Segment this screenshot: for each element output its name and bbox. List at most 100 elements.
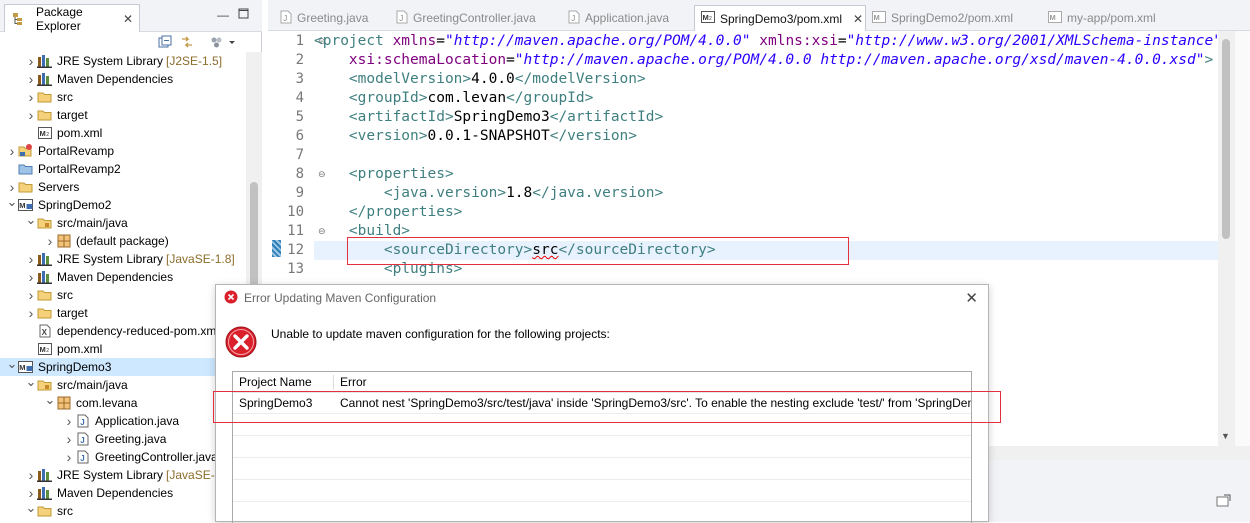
tab-greetingcontroller-java[interactable]: J GreetingController.java bbox=[390, 5, 536, 31]
maximize-icon[interactable] bbox=[236, 8, 250, 22]
code-text: 1.8 bbox=[506, 185, 533, 201]
overview-ruler bbox=[1234, 31, 1250, 451]
link-with-editor-icon[interactable] bbox=[180, 35, 194, 49]
tree-item[interactable]: ⌄ src bbox=[0, 502, 246, 520]
tree-item[interactable]: › src bbox=[0, 88, 246, 106]
tab-my-app-pom[interactable]: M my-app/pom.xml bbox=[1042, 5, 1156, 31]
folder-icon bbox=[37, 89, 53, 105]
tree-item[interactable]: › Maven Dependencies bbox=[0, 70, 246, 88]
code-line[interactable]: <java.version>1.8</java.version> bbox=[314, 184, 1218, 203]
chevron-right-icon[interactable]: › bbox=[63, 430, 75, 448]
line-number: 1 bbox=[295, 33, 304, 49]
tab-greeting-java[interactable]: J Greeting.java bbox=[274, 5, 368, 31]
code-line[interactable]: <modelVersion>4.0.0</modelVersion> bbox=[314, 70, 1218, 89]
chevron-down-icon[interactable]: ⌄ bbox=[44, 394, 56, 409]
tree-item[interactable]: PortalRevamp2 bbox=[0, 160, 246, 178]
tree-item[interactable]: Xdependency-reduced-pom.xml bbox=[0, 322, 246, 340]
tab-application-java[interactable]: J Application.java bbox=[562, 5, 669, 31]
tree-item[interactable]: › Maven Dependencies bbox=[0, 268, 246, 286]
chevron-right-icon[interactable]: › bbox=[25, 250, 37, 268]
tree-item[interactable]: › Servers bbox=[0, 178, 246, 196]
tree-item[interactable]: › J GreetingController.java bbox=[0, 448, 246, 466]
code-line[interactable]: <version>0.0.1-SNAPSHOT</version> bbox=[314, 127, 1218, 146]
chevron-right-icon[interactable]: › bbox=[63, 448, 75, 466]
tree-item[interactable]: › J Greeting.java bbox=[0, 430, 246, 448]
view-menu-chevron-icon[interactable] bbox=[228, 35, 240, 49]
tree-item[interactable]: › JRE System Library [J2SE-1.5] bbox=[0, 52, 246, 70]
open-console-icon[interactable] bbox=[1216, 494, 1232, 511]
code-line[interactable]: </properties> bbox=[314, 203, 1218, 222]
xml-attribute-value: "http://maven.apache.org/POM/4.0.0" bbox=[444, 33, 751, 49]
tree-item[interactable]: › (default package) bbox=[0, 232, 246, 250]
close-icon[interactable]: ✕ bbox=[123, 12, 133, 26]
tree-item[interactable]: ⌄ com.levana bbox=[0, 394, 246, 412]
scrollbar-thumb[interactable] bbox=[1222, 39, 1230, 239]
tree-item[interactable]: › PortalRevamp bbox=[0, 142, 246, 160]
chevron-right-icon[interactable]: › bbox=[25, 304, 37, 322]
collapse-all-icon[interactable] bbox=[158, 35, 172, 49]
editor-scrollbar[interactable]: ▼ bbox=[1218, 31, 1234, 451]
chevron-right-icon[interactable]: › bbox=[25, 286, 37, 304]
close-icon[interactable]: ✕ bbox=[965, 289, 978, 307]
tree-item[interactable]: M 2 pom.xml bbox=[0, 124, 246, 142]
tree-item[interactable]: ⌄ src/main/java bbox=[0, 214, 246, 232]
library-icon bbox=[37, 71, 53, 87]
svg-text:X: X bbox=[42, 328, 48, 337]
code-line[interactable] bbox=[314, 146, 1218, 165]
code-line[interactable]: <artifactId>SpringDemo3</artifactId> bbox=[314, 108, 1218, 127]
tree-item[interactable]: › src bbox=[0, 286, 246, 304]
code-line[interactable]: <groupId>com.levan</groupId> bbox=[314, 89, 1218, 108]
chevron-right-icon[interactable]: › bbox=[6, 142, 18, 160]
tab-springdemo2-pom[interactable]: M SpringDemo2/pom.xml bbox=[866, 5, 1013, 31]
xml-tag: <groupId> bbox=[348, 90, 428, 106]
chevron-right-icon[interactable]: › bbox=[6, 178, 18, 196]
chevron-right-icon[interactable]: › bbox=[25, 52, 37, 70]
tree-item[interactable]: M 2 pom.xml bbox=[0, 340, 246, 358]
code-line[interactable]: <properties> bbox=[314, 165, 1218, 184]
chevron-down-icon[interactable]: ⌄ bbox=[6, 196, 18, 211]
horizontal-scrollbar[interactable] bbox=[986, 446, 1250, 460]
chevron-down-icon[interactable]: ⌄ bbox=[25, 502, 37, 517]
folder-icon bbox=[37, 287, 53, 303]
chevron-right-icon[interactable]: › bbox=[25, 466, 37, 484]
folder-icon bbox=[37, 305, 53, 321]
tree-item[interactable]: ⌄ src/main/java bbox=[0, 376, 246, 394]
tab-springdemo3-pom[interactable]: M2 SpringDemo3/pom.xml ✕ bbox=[694, 5, 866, 31]
close-icon[interactable]: ✕ bbox=[853, 12, 863, 26]
tree-item[interactable]: › J Application.java bbox=[0, 412, 246, 430]
tree-item[interactable]: › JRE System Library [JavaSE-1.8] bbox=[0, 250, 246, 268]
chevron-down-icon[interactable]: ⌄ bbox=[25, 376, 37, 391]
table-row-empty bbox=[233, 437, 971, 458]
svg-text:J: J bbox=[80, 436, 84, 445]
chevron-down-icon[interactable]: ⌄ bbox=[25, 214, 37, 229]
chevron-right-icon[interactable]: › bbox=[63, 412, 75, 430]
tree-item[interactable]: › JRE System Library [JavaSE-1.8] bbox=[0, 466, 246, 484]
svg-text:M: M bbox=[1050, 13, 1056, 22]
code-line[interactable]: <project xmlns="http://maven.apache.org/… bbox=[314, 32, 1218, 51]
scroll-down-arrow-icon[interactable]: ▼ bbox=[1221, 431, 1230, 441]
xml-attribute-name: xmlns:xsi bbox=[759, 33, 838, 49]
chevron-right-icon[interactable]: › bbox=[25, 70, 37, 88]
tree-item[interactable]: › Maven Dependencies bbox=[0, 484, 246, 502]
chevron-right-icon[interactable]: › bbox=[44, 232, 56, 250]
column-error[interactable]: Error bbox=[334, 372, 934, 393]
code-line[interactable]: xsi:schemaLocation="http://maven.apache.… bbox=[314, 51, 1218, 70]
chevron-right-icon[interactable]: › bbox=[25, 268, 37, 286]
column-project-name[interactable]: Project Name bbox=[233, 372, 333, 393]
tree-item[interactable]: › target bbox=[0, 106, 246, 124]
tree-item-label: Maven Dependencies bbox=[57, 270, 174, 284]
chevron-right-icon[interactable]: › bbox=[25, 484, 37, 502]
minimize-icon[interactable]: — bbox=[216, 8, 230, 22]
tree-item[interactable]: ⌄ M SpringDemo2 bbox=[0, 196, 246, 214]
java-file-icon: J bbox=[75, 449, 91, 465]
view-menu-icon[interactable] bbox=[210, 35, 224, 49]
chevron-right-icon[interactable]: › bbox=[25, 88, 37, 106]
package-explorer-tab[interactable]: Package Explorer ✕ bbox=[4, 4, 140, 33]
svg-text:2: 2 bbox=[46, 132, 49, 138]
chevron-right-icon[interactable]: › bbox=[25, 106, 37, 124]
chevron-down-icon[interactable]: ⌄ bbox=[6, 358, 18, 373]
tree-item[interactable]: ⌄ M SpringDemo3 bbox=[0, 358, 246, 376]
tree-item[interactable]: › target bbox=[0, 304, 246, 322]
